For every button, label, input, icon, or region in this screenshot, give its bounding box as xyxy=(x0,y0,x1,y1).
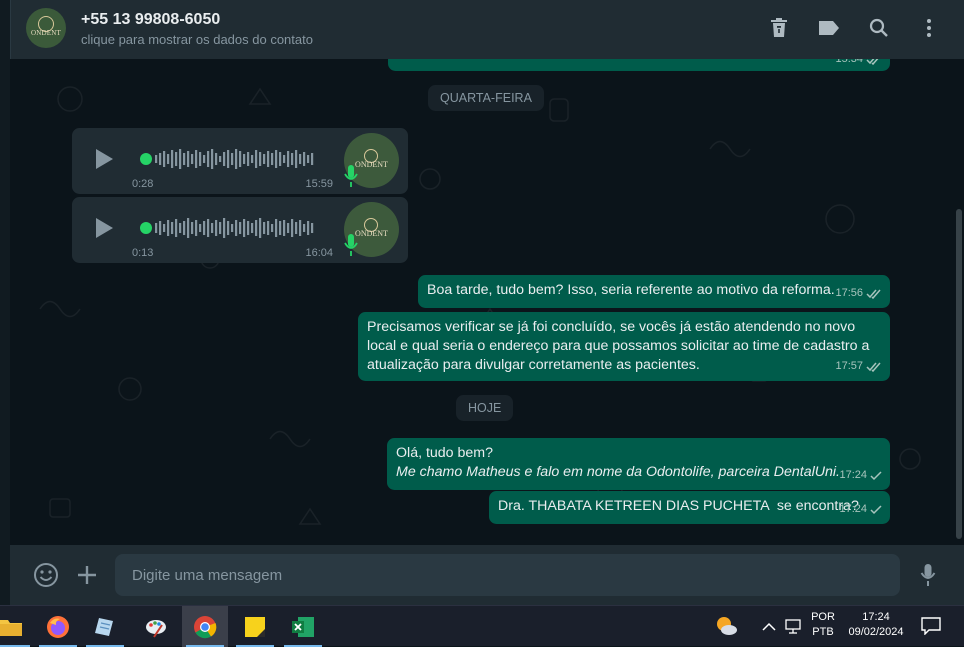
attach-plus-icon[interactable] xyxy=(73,561,101,589)
audio-message[interactable]: 0:28 15:59 ONDENT xyxy=(72,128,408,194)
message-time: 15:34 xyxy=(835,59,863,65)
message-composer xyxy=(10,545,964,605)
notification-icon[interactable] xyxy=(921,617,941,640)
message-meta: 17:56 xyxy=(835,284,882,303)
chevron-up-icon[interactable] xyxy=(762,619,776,637)
double-check-icon xyxy=(866,362,881,372)
message-bubble-outgoing[interactable]: Precisamos verificar se já foi concluído… xyxy=(358,312,890,381)
menu-icon[interactable] xyxy=(917,16,941,40)
delete-icon[interactable] xyxy=(767,16,791,40)
clock-date: 09/02/2024 xyxy=(848,626,904,638)
message-meta: 17:57 xyxy=(835,357,882,376)
notepad-icon[interactable] xyxy=(82,606,128,647)
message-text-line2: Me chamo Matheus e falo em nome da Odont… xyxy=(396,464,840,480)
search-icon[interactable] xyxy=(867,16,891,40)
whatsapp-window: ONDENT +55 13 99808-6050 clique para mos… xyxy=(0,0,964,605)
double-check-icon xyxy=(866,289,881,299)
date-separator-wednesday: QUARTA-FEIRA xyxy=(428,85,544,111)
audio-message[interactable]: 0:13 16:04 ONDENT xyxy=(72,197,408,263)
message-meta: 17:24 xyxy=(839,466,882,485)
audio-duration: 0:28 xyxy=(132,178,154,190)
chat-header[interactable]: ONDENT +55 13 99808-6050 clique para mos… xyxy=(10,0,964,59)
message-meta: 15:34 xyxy=(835,59,882,69)
microphone-icon xyxy=(344,233,358,262)
message-meta: 17:24 xyxy=(839,500,882,519)
double-check-icon xyxy=(866,59,878,65)
audio-duration: 0:13 xyxy=(132,247,154,259)
avatar-brand-text: ONDENT xyxy=(31,29,61,37)
message-text: Boa tarde, tudo bem? Isso, seria referen… xyxy=(427,282,835,298)
play-icon[interactable] xyxy=(94,148,114,175)
message-input[interactable] xyxy=(115,554,900,596)
message-bubble-outgoing[interactable]: Olá, tudo bem? Me chamo Matheus e falo e… xyxy=(387,438,890,490)
message-bubble-previous[interactable]: 15:34 xyxy=(388,59,890,71)
contact-name[interactable]: +55 13 99808-6050 xyxy=(81,11,220,29)
audio-waveform[interactable] xyxy=(140,146,320,172)
weather-icon[interactable] xyxy=(714,615,738,642)
scrollbar-thumb[interactable] xyxy=(956,209,962,539)
excel-icon[interactable] xyxy=(280,606,326,647)
message-time: 17:56 xyxy=(835,287,863,299)
clock-time: 17:24 xyxy=(862,611,890,623)
message-text: Precisamos verificar se já foi concluído… xyxy=(367,319,870,373)
emoji-icon[interactable] xyxy=(32,561,60,589)
single-check-icon xyxy=(870,470,882,480)
paint-icon[interactable] xyxy=(133,606,179,647)
network-icon[interactable] xyxy=(785,618,803,639)
message-text: Dra. THABATA KETREEN DIAS PUCHETA se enc… xyxy=(498,498,859,514)
keyboard-layout: PTB xyxy=(812,626,834,638)
microphone-icon[interactable] xyxy=(914,561,942,589)
firefox-icon[interactable] xyxy=(35,606,81,647)
single-check-icon xyxy=(870,504,882,514)
audio-waveform[interactable] xyxy=(140,215,320,241)
label-icon[interactable] xyxy=(817,16,841,40)
file-explorer-icon[interactable] xyxy=(0,606,34,647)
language-code: POR xyxy=(811,611,835,623)
sticky-notes-icon[interactable] xyxy=(232,606,278,647)
message-time: 17:24 xyxy=(839,503,867,515)
message-bubble-outgoing[interactable]: Dra. THABATA KETREEN DIAS PUCHETA se enc… xyxy=(489,491,890,524)
chat-scrollbar[interactable] xyxy=(954,59,964,545)
play-icon[interactable] xyxy=(94,217,114,244)
contact-avatar[interactable]: ONDENT xyxy=(26,8,66,48)
chat-list-edge xyxy=(0,0,10,605)
message-list[interactable]: 15:34 QUARTA-FEIRA 0:28 15:59 ONDENT 0:1… xyxy=(10,59,954,545)
message-time: 15:59 xyxy=(305,178,333,190)
message-time: 16:04 xyxy=(305,247,333,259)
microphone-icon xyxy=(344,164,358,193)
message-bubble-outgoing[interactable]: Boa tarde, tudo bem? Isso, seria referen… xyxy=(418,275,890,308)
chrome-icon[interactable] xyxy=(182,606,228,647)
message-text-line1: Olá, tudo bem? xyxy=(396,445,494,461)
windows-taskbar: POR PTB 17:24 09/02/2024 xyxy=(0,605,964,647)
date-separator-today: HOJE xyxy=(456,395,514,421)
clock[interactable]: 17:24 09/02/2024 xyxy=(842,611,910,638)
contact-subtitle[interactable]: clique para mostrar os dados do contato xyxy=(81,32,313,47)
message-time: 17:24 xyxy=(839,469,867,481)
language-indicator[interactable]: POR PTB xyxy=(806,611,840,638)
message-time: 17:57 xyxy=(835,360,863,372)
